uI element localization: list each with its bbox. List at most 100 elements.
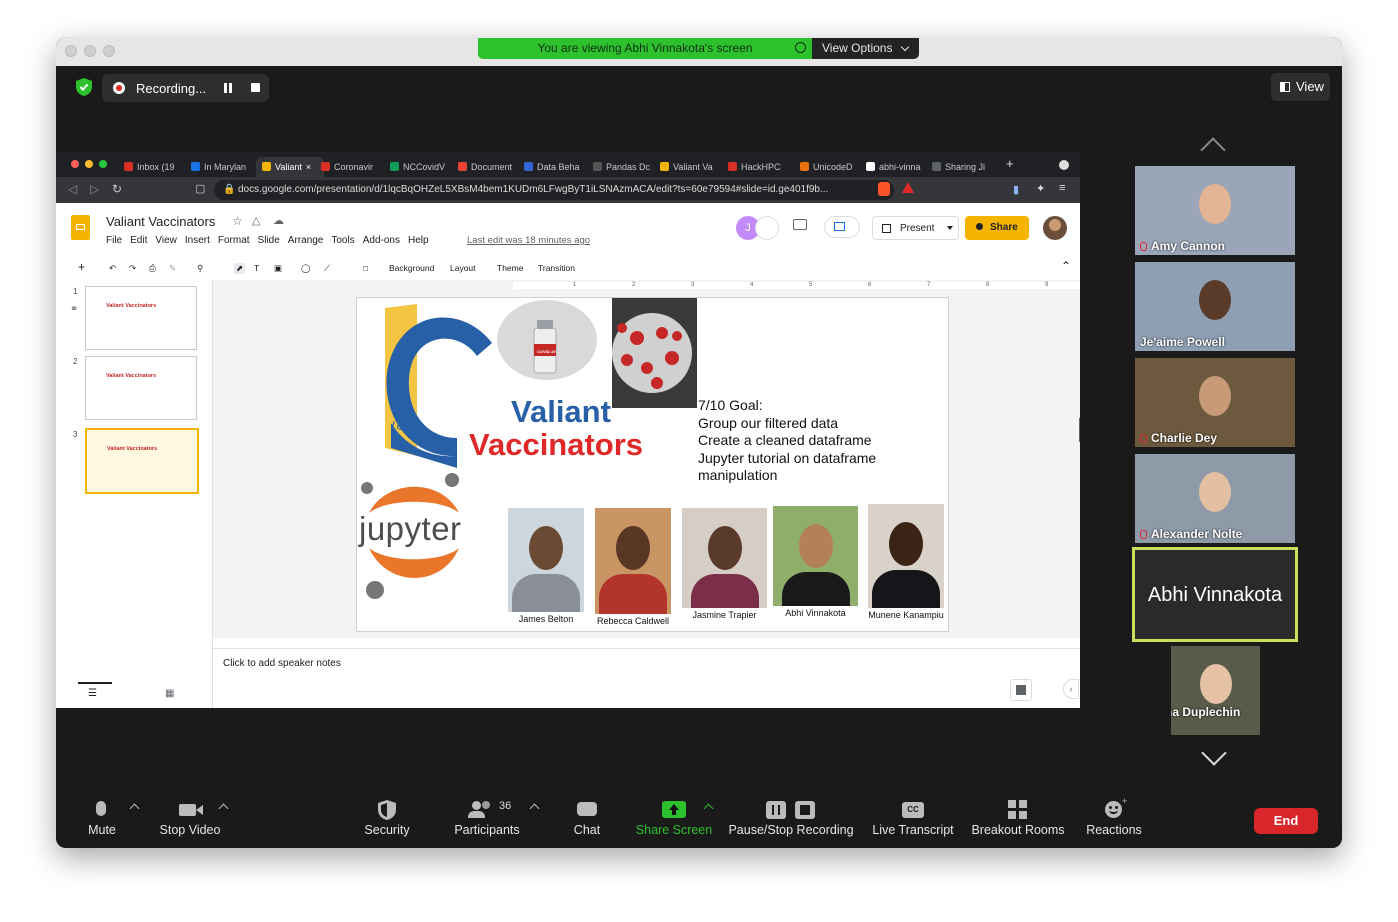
participant-tile[interactable]: Alexander Nolte (1135, 454, 1295, 543)
activity-icon[interactable] (755, 216, 779, 240)
close-window-button[interactable] (65, 45, 77, 57)
pause-recording-icon[interactable] (224, 83, 232, 93)
view-options-button[interactable]: View Options (812, 38, 919, 59)
speaker-notes[interactable]: Click to add speaker notes ‹ (213, 648, 1080, 708)
menu-item[interactable]: Insert (185, 235, 210, 246)
participant-tile[interactable]: Amy Cannon (1135, 166, 1295, 255)
comment-add-icon[interactable]: □ (363, 263, 368, 273)
end-meeting-button[interactable]: End (1254, 808, 1318, 834)
move-to-folder-icon[interactable]: △ (252, 214, 260, 227)
puzzle-icon[interactable]: ✦ (1036, 182, 1045, 195)
menu-item[interactable]: Slide (258, 235, 280, 246)
print-icon[interactable]: ⎙ (149, 263, 156, 274)
meet-button[interactable] (824, 216, 860, 238)
brave-rewards-icon[interactable] (902, 182, 914, 193)
minimize-window-button[interactable] (84, 45, 96, 57)
transition-button[interactable]: Transition (538, 263, 575, 273)
collapse-toolbar-icon[interactable]: ⌃ (1061, 259, 1071, 273)
slide-thumbnail-1[interactable]: Valiant Vaccinators (85, 286, 197, 350)
slide-thumbnail-3[interactable]: Valiant Vaccinators (85, 428, 199, 494)
browser-minimize-icon[interactable] (85, 160, 93, 168)
browser-tab[interactable]: abhi-vinna (866, 157, 928, 177)
browser-menu-icon[interactable]: ≡ (1059, 182, 1065, 194)
zoom-icon[interactable]: ⚲ (197, 263, 203, 274)
browser-tab[interactable]: HackHPC (728, 157, 790, 177)
participant-tile[interactable]: Abhi Vinnakota (1132, 547, 1298, 642)
url-bar[interactable]: 🔒 docs.google.com/presentation/d/1lqcBqO… (214, 180, 894, 200)
view-button[interactable]: View (1271, 73, 1330, 101)
menu-item[interactable]: Help (408, 235, 429, 246)
stop-recording-icon[interactable] (251, 83, 260, 92)
participant-tile[interactable]: Charlie Dey (1135, 358, 1295, 447)
browser-tab[interactable]: Sharing Ji (932, 157, 994, 177)
gallery-down-icon[interactable] (1199, 740, 1229, 766)
browser-tab[interactable]: Data Beha (524, 157, 586, 177)
share-button[interactable]: Share (965, 216, 1029, 240)
reactions-button[interactable]: + Reactions (1085, 795, 1143, 837)
side-panel-toggle-icon[interactable]: ‹ (1063, 679, 1079, 699)
last-edit-link[interactable]: Last edit was 18 minutes ago (467, 235, 590, 246)
menu-item[interactable]: View (155, 235, 177, 246)
security-button[interactable]: Security (362, 795, 412, 837)
gallery-up-icon[interactable] (1199, 137, 1229, 163)
browser-tab[interactable]: Coronavir (321, 157, 383, 177)
comments-icon[interactable] (793, 219, 807, 230)
paint-format-icon[interactable]: ✎ (169, 263, 176, 274)
brave-shield-icon[interactable] (878, 182, 890, 196)
browser-tab[interactable]: In Marylan (191, 157, 253, 177)
menu-item[interactable]: Tools (331, 235, 354, 246)
stop-video-button[interactable]: Stop Video (158, 795, 222, 837)
browser-tab[interactable]: Pandas Dc (593, 157, 655, 177)
browser-close-icon[interactable] (71, 160, 79, 168)
browser-tab[interactable]: UnicodeD (800, 157, 862, 177)
audio-options-caret-icon[interactable] (129, 803, 140, 814)
participants-button[interactable]: 36 Participants (452, 795, 522, 837)
back-icon[interactable]: ◁ (68, 182, 77, 196)
present-button[interactable]: Present (872, 216, 959, 240)
browser-tab[interactable]: NCCovidV (390, 157, 452, 177)
account-avatar[interactable] (1043, 216, 1067, 240)
live-transcript-button[interactable]: CC Live Transcript (870, 795, 956, 837)
theme-button[interactable]: Theme (497, 263, 523, 273)
browser-tab[interactable]: Document (458, 157, 520, 177)
undo-icon[interactable]: ↶ (109, 263, 116, 274)
reload-icon[interactable]: ↻ (112, 182, 122, 196)
participant-tile[interactable]: Lena Duplechin S... (1171, 646, 1260, 735)
breakout-rooms-button[interactable]: Breakout Rooms (971, 795, 1065, 837)
forward-icon[interactable]: ▷ (90, 182, 99, 196)
menu-item[interactable]: Format (218, 235, 250, 246)
tab-search-icon[interactable] (1059, 160, 1069, 170)
slide-thumbnail-2[interactable]: Valiant Vaccinators (85, 356, 197, 420)
filmstrip-view-icon[interactable]: ☰ (88, 688, 97, 699)
extension-icon[interactable]: ▮ (1013, 183, 1019, 196)
browser-tab[interactable]: Valiant Va (660, 157, 722, 177)
background-button[interactable]: Background (389, 263, 434, 273)
bookmark-icon[interactable]: ▢ (195, 182, 205, 195)
select-tool-icon[interactable]: ⬈ (234, 263, 246, 274)
layout-button[interactable]: Layout (450, 263, 476, 273)
zoom-window-button[interactable] (103, 45, 115, 57)
menu-item[interactable]: Edit (130, 235, 147, 246)
chat-button[interactable]: Chat (570, 795, 604, 837)
encryption-shield-icon[interactable] (76, 78, 92, 96)
tab-close-icon[interactable]: × (306, 162, 311, 172)
browser-tab[interactable]: Inbox (19 (124, 157, 186, 177)
star-icon[interactable]: ☆ (232, 214, 243, 228)
share-screen-button[interactable]: Share Screen (635, 795, 713, 837)
explore-button[interactable] (1010, 679, 1032, 701)
slides-logo-icon[interactable] (71, 215, 90, 240)
browser-maximize-icon[interactable] (99, 160, 107, 168)
browser-tab[interactable]: Valiant × (256, 157, 324, 177)
grid-view-icon[interactable]: ▦ (165, 688, 174, 699)
line-icon[interactable]: ⟋ (324, 263, 330, 274)
present-dropdown-icon[interactable] (947, 226, 953, 230)
image-icon[interactable]: ▣ (274, 263, 282, 274)
redo-icon[interactable]: ↷ (129, 263, 136, 274)
new-tab-icon[interactable]: + (1006, 156, 1014, 171)
text-box-icon[interactable]: T (254, 263, 259, 273)
participant-tile[interactable]: Je'aime Powell (1135, 262, 1295, 351)
shape-icon[interactable]: ◯ (301, 263, 311, 274)
pause-stop-recording-button[interactable]: Pause/Stop Recording (728, 795, 854, 837)
participants-caret-icon[interactable] (529, 803, 540, 814)
panel-resize-handle[interactable] (1079, 418, 1080, 442)
